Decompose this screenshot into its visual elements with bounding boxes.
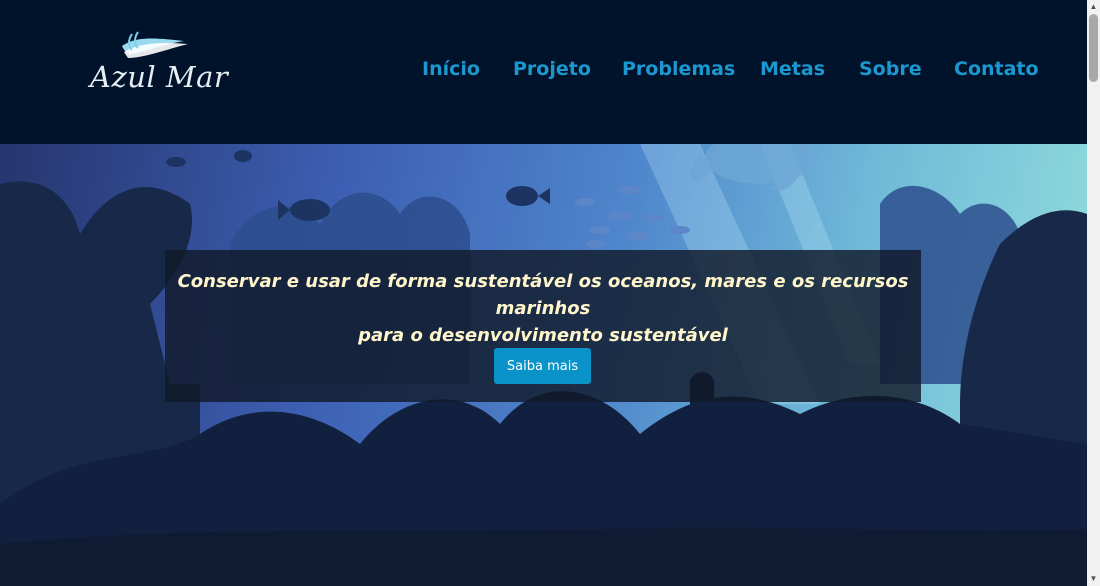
scroll-down-icon[interactable]: ▼ (1087, 572, 1100, 586)
hero-banner: Conservar e usar de forma sustentável os… (165, 250, 921, 402)
logo[interactable]: Azul Mar (84, 28, 228, 108)
hero-headline: Conservar e usar de forma sustentável os… (165, 268, 921, 349)
nav-item-projeto[interactable]: Projeto (513, 58, 591, 80)
site-header: Azul Mar Início Projeto Problemas Metas … (0, 0, 1087, 144)
nav-item-inicio[interactable]: Início (422, 58, 480, 80)
nav-item-sobre[interactable]: Sobre (859, 58, 922, 80)
saiba-mais-button[interactable]: Saiba mais (494, 348, 591, 384)
page-scrollbar[interactable]: ▲ ▼ (1087, 0, 1100, 586)
nav-item-contato[interactable]: Contato (954, 58, 1039, 80)
hero-headline-line1: Conservar e usar de forma sustentável os… (177, 271, 909, 319)
nav-item-problemas[interactable]: Problemas (622, 58, 735, 80)
nav-item-metas[interactable]: Metas (760, 58, 825, 80)
hero-section: Conservar e usar de forma sustentável os… (0, 144, 1087, 586)
hero-headline-line2: para o desenvolvimento sustentável (358, 325, 728, 346)
scroll-up-icon[interactable]: ▲ (1087, 0, 1100, 14)
foreground-seafloor (0, 527, 1087, 586)
brand-name: Azul Mar (90, 60, 229, 94)
scroll-thumb[interactable] (1089, 14, 1098, 82)
